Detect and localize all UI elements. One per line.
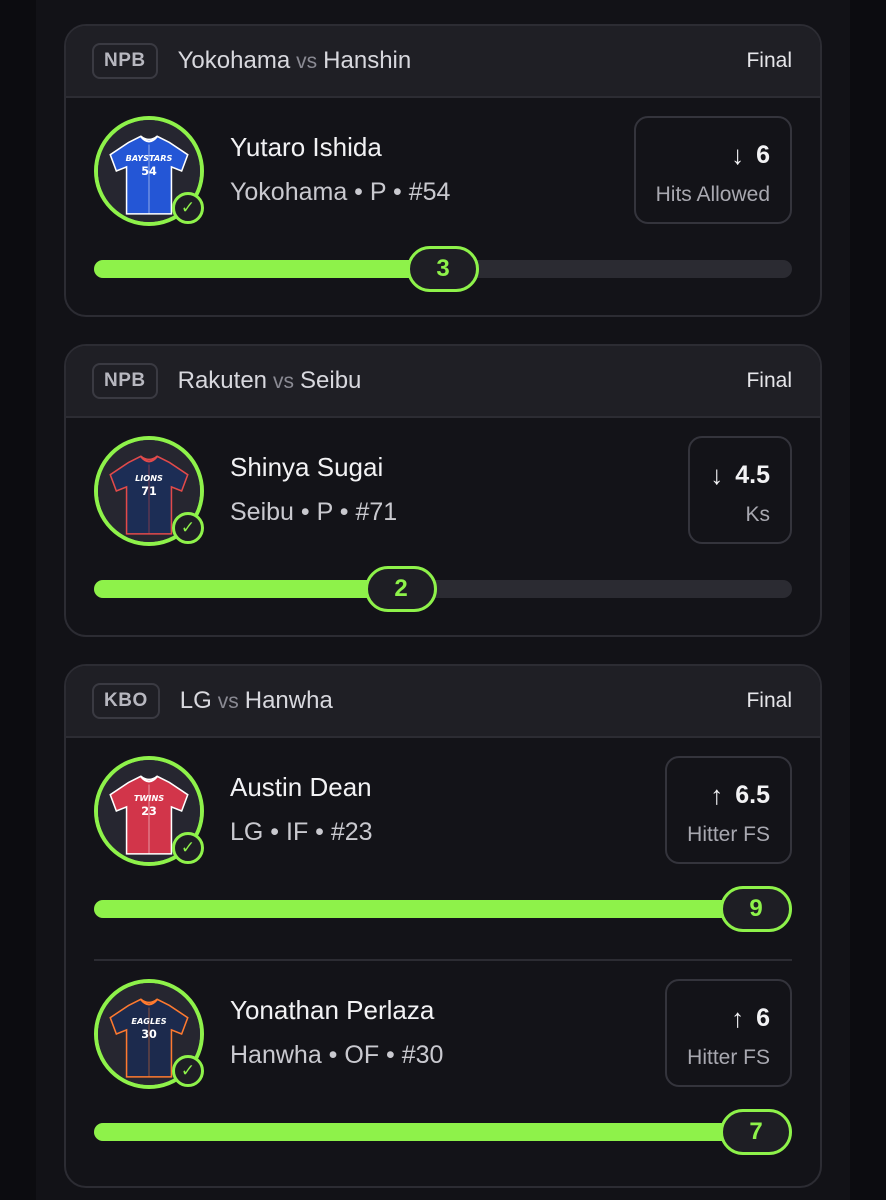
right-margin <box>850 0 886 1200</box>
progress-track: 2 <box>94 566 792 612</box>
game-header: NPB Yokohama vs Hanshin Final <box>66 26 820 98</box>
player-meta: LG • IF • #23 <box>230 818 373 846</box>
progress-track: 9 <box>94 886 792 932</box>
line-value: 4.5 <box>735 461 770 489</box>
jersey-wordmark: EAGLES <box>131 1016 166 1026</box>
result-marker: 7 <box>720 1109 792 1155</box>
stat-label: Hitter FS <box>687 823 770 846</box>
stat-label: Ks <box>745 503 770 526</box>
result-marker: 3 <box>407 246 479 292</box>
player-row[interactable]: BAYSTARS 54 ✓ Yutaro Ishida Yokohama • P… <box>66 98 820 315</box>
game-header: NPB Rakuten vs Seibu Final <box>66 346 820 418</box>
player-avatar[interactable]: LIONS 71 ✓ <box>94 436 204 546</box>
team-home: Yokohama <box>177 47 291 74</box>
vs-label: vs <box>273 370 295 393</box>
progress-fill <box>94 580 402 598</box>
player-meta: Yokohama • P • #54 <box>230 178 451 206</box>
jersey-number: 30 <box>141 1028 157 1041</box>
line-value: 6.5 <box>735 781 770 809</box>
jersey-wordmark: LIONS <box>135 473 163 483</box>
team-away: Seibu <box>300 367 362 394</box>
stat-line-box[interactable]: ↑ 6 Hitter FS <box>665 979 792 1087</box>
game-header: KBO LG vs Hanwha Final <box>66 666 820 738</box>
result-marker: 9 <box>720 886 792 932</box>
game-status: Final <box>746 689 792 712</box>
matchup: Yokohama vs Hanshin <box>178 47 412 75</box>
player-row[interactable]: LIONS 71 ✓ Shinya Sugai Seibu • P • #71 … <box>66 418 820 635</box>
player-avatar[interactable]: BAYSTARS 54 ✓ <box>94 116 204 226</box>
team-home: LG <box>179 687 212 714</box>
jersey-number: 23 <box>141 805 157 818</box>
left-margin <box>0 0 36 1200</box>
player-name: Yutaro Ishida <box>230 132 382 162</box>
jersey-wordmark: TWINS <box>134 793 164 803</box>
league-badge: NPB <box>92 363 158 399</box>
line-value: 6 <box>756 1004 770 1032</box>
game-card[interactable]: NPB Yokohama vs Hanshin Final BAYSTARS 5… <box>64 24 822 317</box>
jersey-wordmark: BAYSTARS <box>126 153 173 163</box>
progress-track: 3 <box>94 246 792 292</box>
stat-line: ↓ 4.5 <box>710 460 770 491</box>
arrow-up-icon: ↑ <box>731 1003 745 1033</box>
progress-fill <box>94 260 443 278</box>
arrow-down-icon: ↓ <box>731 140 745 170</box>
player-meta: Seibu • P • #71 <box>230 498 398 526</box>
checkmark-icon: ✓ <box>172 512 204 544</box>
game-card[interactable]: NPB Rakuten vs Seibu Final LIONS 71 ✓ Sh… <box>64 344 822 637</box>
stat-label: Hitter FS <box>687 1046 770 1069</box>
jersey-number: 54 <box>141 165 157 178</box>
stat-label: Hits Allowed <box>655 183 770 206</box>
matchup: LG vs Hanwha <box>180 687 333 715</box>
player-name: Yonathan Perlaza <box>230 995 435 1025</box>
league-badge: NPB <box>92 43 158 79</box>
league-badge: KBO <box>92 683 160 719</box>
player-name: Austin Dean <box>230 772 372 802</box>
game-status: Final <box>746 369 792 392</box>
stat-line-box[interactable]: ↑ 6.5 Hitter FS <box>665 756 792 864</box>
stat-line-box[interactable]: ↓ 4.5 Ks <box>688 436 792 544</box>
stat-line-box[interactable]: ↓ 6 Hits Allowed <box>633 116 792 224</box>
player-row[interactable]: TWINS 23 ✓ Austin Dean LG • IF • #23 ↑ 6… <box>66 738 820 959</box>
player-avatar[interactable]: EAGLES 30 ✓ <box>94 979 204 1089</box>
game-status: Final <box>746 49 792 72</box>
matchup: Rakuten vs Seibu <box>178 367 362 395</box>
checkmark-icon: ✓ <box>172 1055 204 1087</box>
stat-line: ↑ 6 <box>687 1003 770 1034</box>
player-avatar[interactable]: TWINS 23 ✓ <box>94 756 204 866</box>
checkmark-icon: ✓ <box>172 832 204 864</box>
team-away: Hanwha <box>244 687 333 714</box>
game-card[interactable]: KBO LG vs Hanwha Final TWINS 23 ✓ Austin… <box>64 664 822 1188</box>
player-name: Shinya Sugai <box>230 452 384 482</box>
line-value: 6 <box>756 141 770 169</box>
arrow-down-icon: ↓ <box>710 460 724 490</box>
progress-fill <box>94 900 758 918</box>
stat-line: ↓ 6 <box>656 140 770 171</box>
player-row[interactable]: EAGLES 30 ✓ Yonathan Perlaza Hanwha • OF… <box>94 959 792 1186</box>
vs-label: vs <box>296 50 318 73</box>
arrow-up-icon: ↑ <box>710 780 724 810</box>
team-home: Rakuten <box>177 367 268 394</box>
progress-fill <box>94 1123 758 1141</box>
player-meta: Hanwha • OF • #30 <box>230 1041 444 1069</box>
vs-label: vs <box>217 690 239 713</box>
progress-track: 7 <box>94 1109 792 1155</box>
team-away: Hanshin <box>323 47 412 74</box>
result-marker: 2 <box>365 566 438 612</box>
stat-line: ↑ 6.5 <box>687 780 770 811</box>
jersey-number: 71 <box>141 485 157 498</box>
checkmark-icon: ✓ <box>172 192 204 224</box>
